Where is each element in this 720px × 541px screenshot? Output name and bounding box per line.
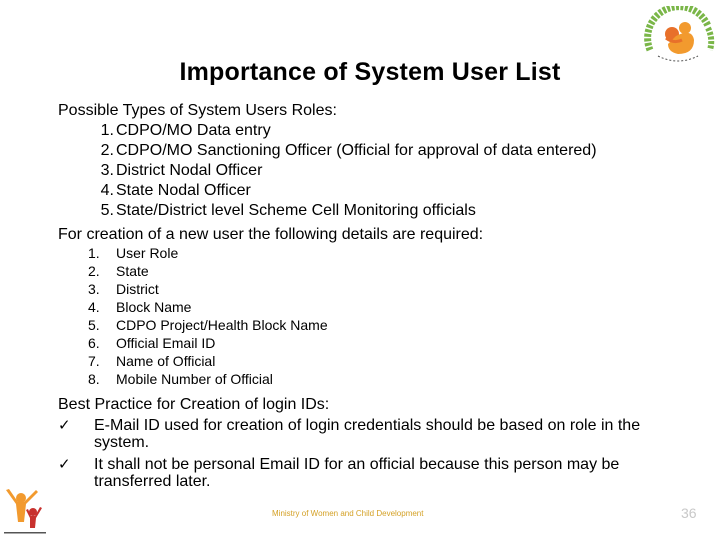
check-icon: ✓ <box>58 456 71 473</box>
roles-heading: Possible Types of System Users Roles: <box>58 102 337 119</box>
practice-text: It shall not be personal Email ID for an… <box>94 456 620 490</box>
role-number: 2. <box>100 142 114 159</box>
detail-number: 2. <box>88 263 100 279</box>
role-number: 1. <box>100 122 114 139</box>
detail-text: Name of Official <box>116 353 216 369</box>
detail-text: Official Email ID <box>116 335 216 351</box>
family-figures-icon <box>4 489 46 534</box>
check-icon: ✓ <box>58 417 71 434</box>
detail-number: 7. <box>88 353 100 369</box>
detail-number: 1. <box>88 245 100 261</box>
role-text: CDPO/MO Sanctioning Officer (Official fo… <box>116 142 597 159</box>
slide-title: Importance of System User List <box>179 58 561 86</box>
practice-text: E-Mail ID used for creation of login cre… <box>94 417 641 451</box>
role-number: 3. <box>100 162 114 179</box>
detail-number: 3. <box>88 281 100 297</box>
role-text: State/District level Scheme Cell Monitor… <box>116 202 476 219</box>
details-heading: For creation of a new user the following… <box>58 226 484 243</box>
detail-text: District <box>116 281 159 297</box>
detail-number: 5. <box>88 317 100 333</box>
detail-number: 8. <box>88 371 100 387</box>
detail-number: 4. <box>88 299 100 315</box>
detail-text: CDPO Project/Health Block Name <box>116 317 328 333</box>
detail-text: Block Name <box>116 299 192 315</box>
footer-ministry-text: Ministry of Women and Child Development <box>272 509 424 518</box>
detail-text: State <box>116 263 149 279</box>
ministry-logo <box>2 486 50 536</box>
role-text: District Nodal Officer <box>116 162 263 179</box>
slide-page-number: 36 <box>681 505 697 521</box>
role-number: 4. <box>100 182 114 199</box>
role-number: 5. <box>100 202 114 219</box>
role-text: CDPO/MO Data entry <box>116 122 271 139</box>
detail-number: 6. <box>88 335 100 351</box>
role-text: State Nodal Officer <box>116 182 251 199</box>
detail-text: Mobile Number of Official <box>116 371 273 387</box>
detail-text: User Role <box>116 245 179 261</box>
practice-heading: Best Practice for Creation of login IDs: <box>58 396 330 413</box>
